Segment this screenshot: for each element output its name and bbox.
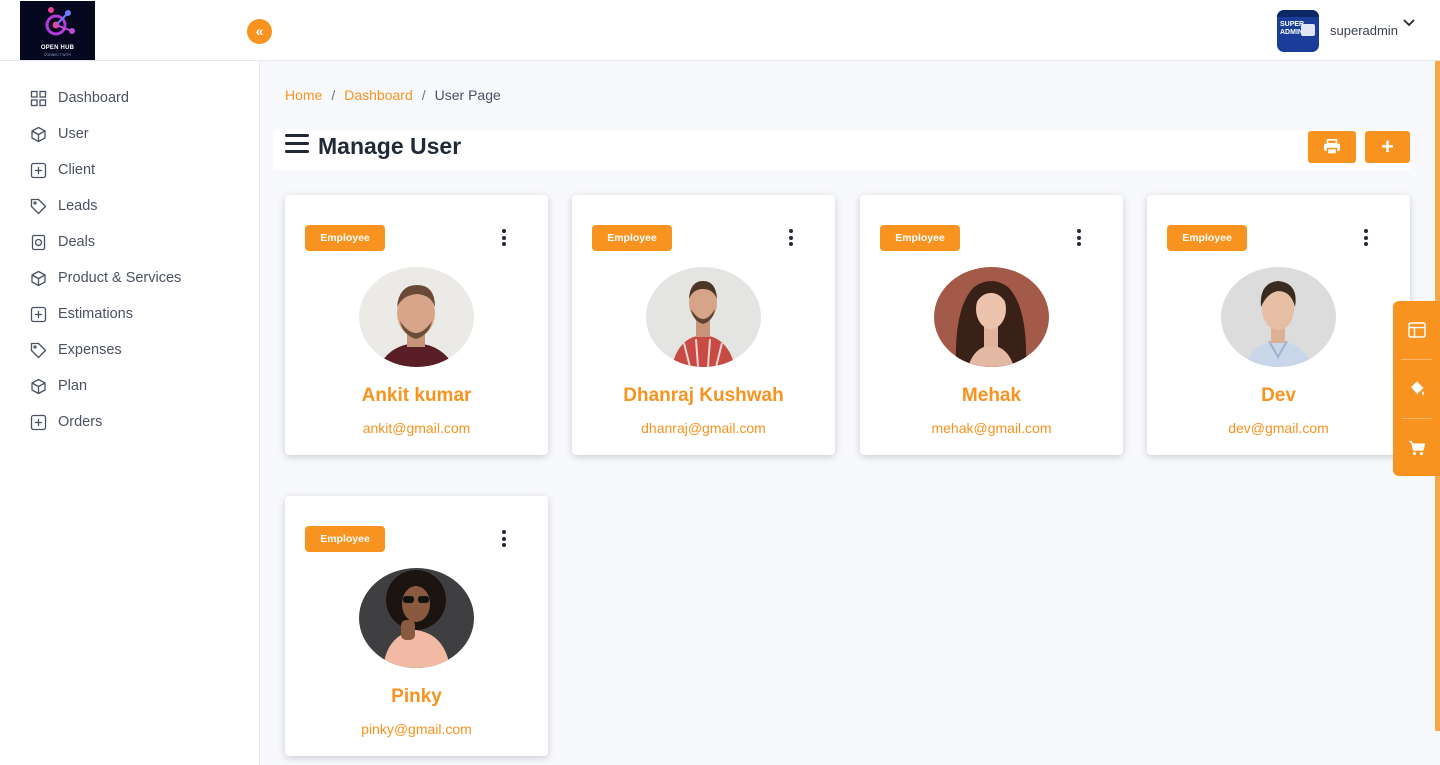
user-photo <box>359 267 474 367</box>
more-options-icon[interactable] <box>786 229 796 249</box>
print-button[interactable] <box>1308 131 1356 163</box>
printer-icon <box>1324 139 1340 155</box>
chevron-down-icon[interactable] <box>1402 16 1416 30</box>
user-name: Pinky <box>391 686 442 707</box>
double-chevron-left-icon: « <box>255 23 264 39</box>
sidebar-item-deals[interactable]: Deals <box>30 231 95 253</box>
role-badge: Employee <box>880 225 960 251</box>
sidebar-item-label: Leads <box>58 198 98 214</box>
more-options-icon[interactable] <box>499 530 509 550</box>
add-user-button[interactable]: + <box>1365 131 1410 163</box>
tag-icon <box>30 342 47 358</box>
plus-square-icon <box>30 306 47 322</box>
user-email[interactable]: mehak@gmail.com <box>860 420 1123 436</box>
sidebar-item-label: Orders <box>58 414 103 430</box>
sidebar-item-estimations[interactable]: Estimations <box>30 303 133 325</box>
plus-square-icon <box>30 162 47 178</box>
breadcrumb-dashboard-link[interactable]: Dashboard <box>344 87 413 103</box>
layout-icon <box>1407 322 1426 338</box>
avatar-bar <box>1277 10 1319 17</box>
hamburger-menu-icon[interactable] <box>285 134 310 156</box>
role-badge: Employee <box>305 225 385 251</box>
more-options-icon[interactable] <box>499 229 509 249</box>
safe-icon <box>31 234 46 250</box>
username-label[interactable]: superadmin <box>1330 23 1398 38</box>
sidebar: Dashboard User Client Leads Deals Produc… <box>0 61 260 765</box>
user-name: Ankit kumar <box>361 385 472 406</box>
user-card[interactable]: Employee Dev dev@gmail.com <box>1147 195 1410 455</box>
sidebar-item-label: Dashboard <box>58 90 129 106</box>
logo-text: OPEN HUB <box>40 45 75 51</box>
user-card[interactable]: Employee Pinky pinky@gmail.com <box>285 496 548 756</box>
user-card[interactable]: Employee Mehak mehak@gmail.com <box>860 195 1123 455</box>
cart-button[interactable] <box>1393 419 1440 477</box>
more-options-icon[interactable] <box>1361 229 1371 249</box>
top-bar: OPEN HUB CONNECT WITH « SUPER ADMIN supe… <box>0 0 1440 61</box>
sidebar-item-client[interactable]: Client <box>30 159 95 181</box>
user-email[interactable]: dhanraj@gmail.com <box>572 420 835 436</box>
user-avatar[interactable]: SUPER ADMIN <box>1277 10 1319 52</box>
logo-subtext: CONNECT WITH <box>43 53 72 57</box>
breadcrumb-current: User Page <box>434 87 501 103</box>
floating-toolbar <box>1393 301 1440 476</box>
breadcrumb-separator: / <box>421 87 426 103</box>
sidebar-item-leads[interactable]: Leads <box>30 195 98 217</box>
breadcrumb: Home / Dashboard / User Page <box>285 87 501 103</box>
more-options-icon[interactable] <box>1074 229 1084 249</box>
sidebar-item-label: Estimations <box>58 306 133 322</box>
user-email[interactable]: ankit@gmail.com <box>285 420 548 436</box>
user-name: Mehak <box>961 385 1022 406</box>
user-photo <box>1221 267 1336 367</box>
avatar-text: SUPER ADMIN <box>1280 21 1305 36</box>
cart-icon <box>1408 440 1425 456</box>
breadcrumb-separator: / <box>331 87 336 103</box>
user-card[interactable]: Employee Dhanraj Kushwah dhanraj@gmail.c… <box>572 195 835 455</box>
avatar-figure <box>1301 24 1315 36</box>
sidebar-item-orders[interactable]: Orders <box>30 411 102 433</box>
user-name: Dev <box>1261 385 1296 406</box>
sidebar-item-plan[interactable]: Plan <box>30 375 87 397</box>
grid-icon <box>30 90 47 106</box>
app-logo[interactable]: OPEN HUB CONNECT WITH <box>20 1 95 60</box>
sidebar-item-label: Expenses <box>58 342 122 358</box>
cube-icon <box>31 378 46 394</box>
user-email[interactable]: pinky@gmail.com <box>285 721 548 737</box>
sidebar-item-user[interactable]: User <box>30 123 89 145</box>
sidebar-item-label: User <box>58 126 89 142</box>
user-card[interactable]: Employee Ankit kumar ankit@gmail.com <box>285 195 548 455</box>
collapse-sidebar-button[interactable]: « <box>247 19 272 44</box>
page-title: Manage User <box>318 133 462 159</box>
layout-button[interactable] <box>1393 301 1440 359</box>
theme-button[interactable] <box>1393 360 1440 418</box>
breadcrumb-home-link[interactable]: Home <box>285 87 322 103</box>
tag-icon <box>30 198 47 214</box>
plus-icon: + <box>1381 134 1394 159</box>
paint-bucket-icon <box>1410 381 1424 396</box>
sidebar-item-label: Deals <box>58 234 96 250</box>
role-badge: Employee <box>305 526 385 552</box>
plus-square-icon <box>30 414 47 430</box>
sidebar-item-dashboard[interactable]: Dashboard <box>30 87 129 109</box>
cube-icon <box>31 270 46 286</box>
cube-icon <box>31 126 46 142</box>
sidebar-item-label: Product & Services <box>58 270 182 286</box>
role-badge: Employee <box>592 225 672 251</box>
user-email[interactable]: dev@gmail.com <box>1147 420 1410 436</box>
sidebar-item-expenses[interactable]: Expenses <box>30 339 122 361</box>
user-photo <box>359 568 474 668</box>
role-badge: Employee <box>1167 225 1247 251</box>
sidebar-item-label: Plan <box>58 378 88 394</box>
sidebar-item-label: Client <box>58 162 96 178</box>
logo-graphic <box>45 7 75 36</box>
sidebar-item-product-services[interactable]: Product & Services <box>30 267 181 289</box>
user-name: Dhanraj Kushwah <box>623 385 784 406</box>
user-photo <box>646 267 761 367</box>
user-photo <box>934 267 1049 367</box>
